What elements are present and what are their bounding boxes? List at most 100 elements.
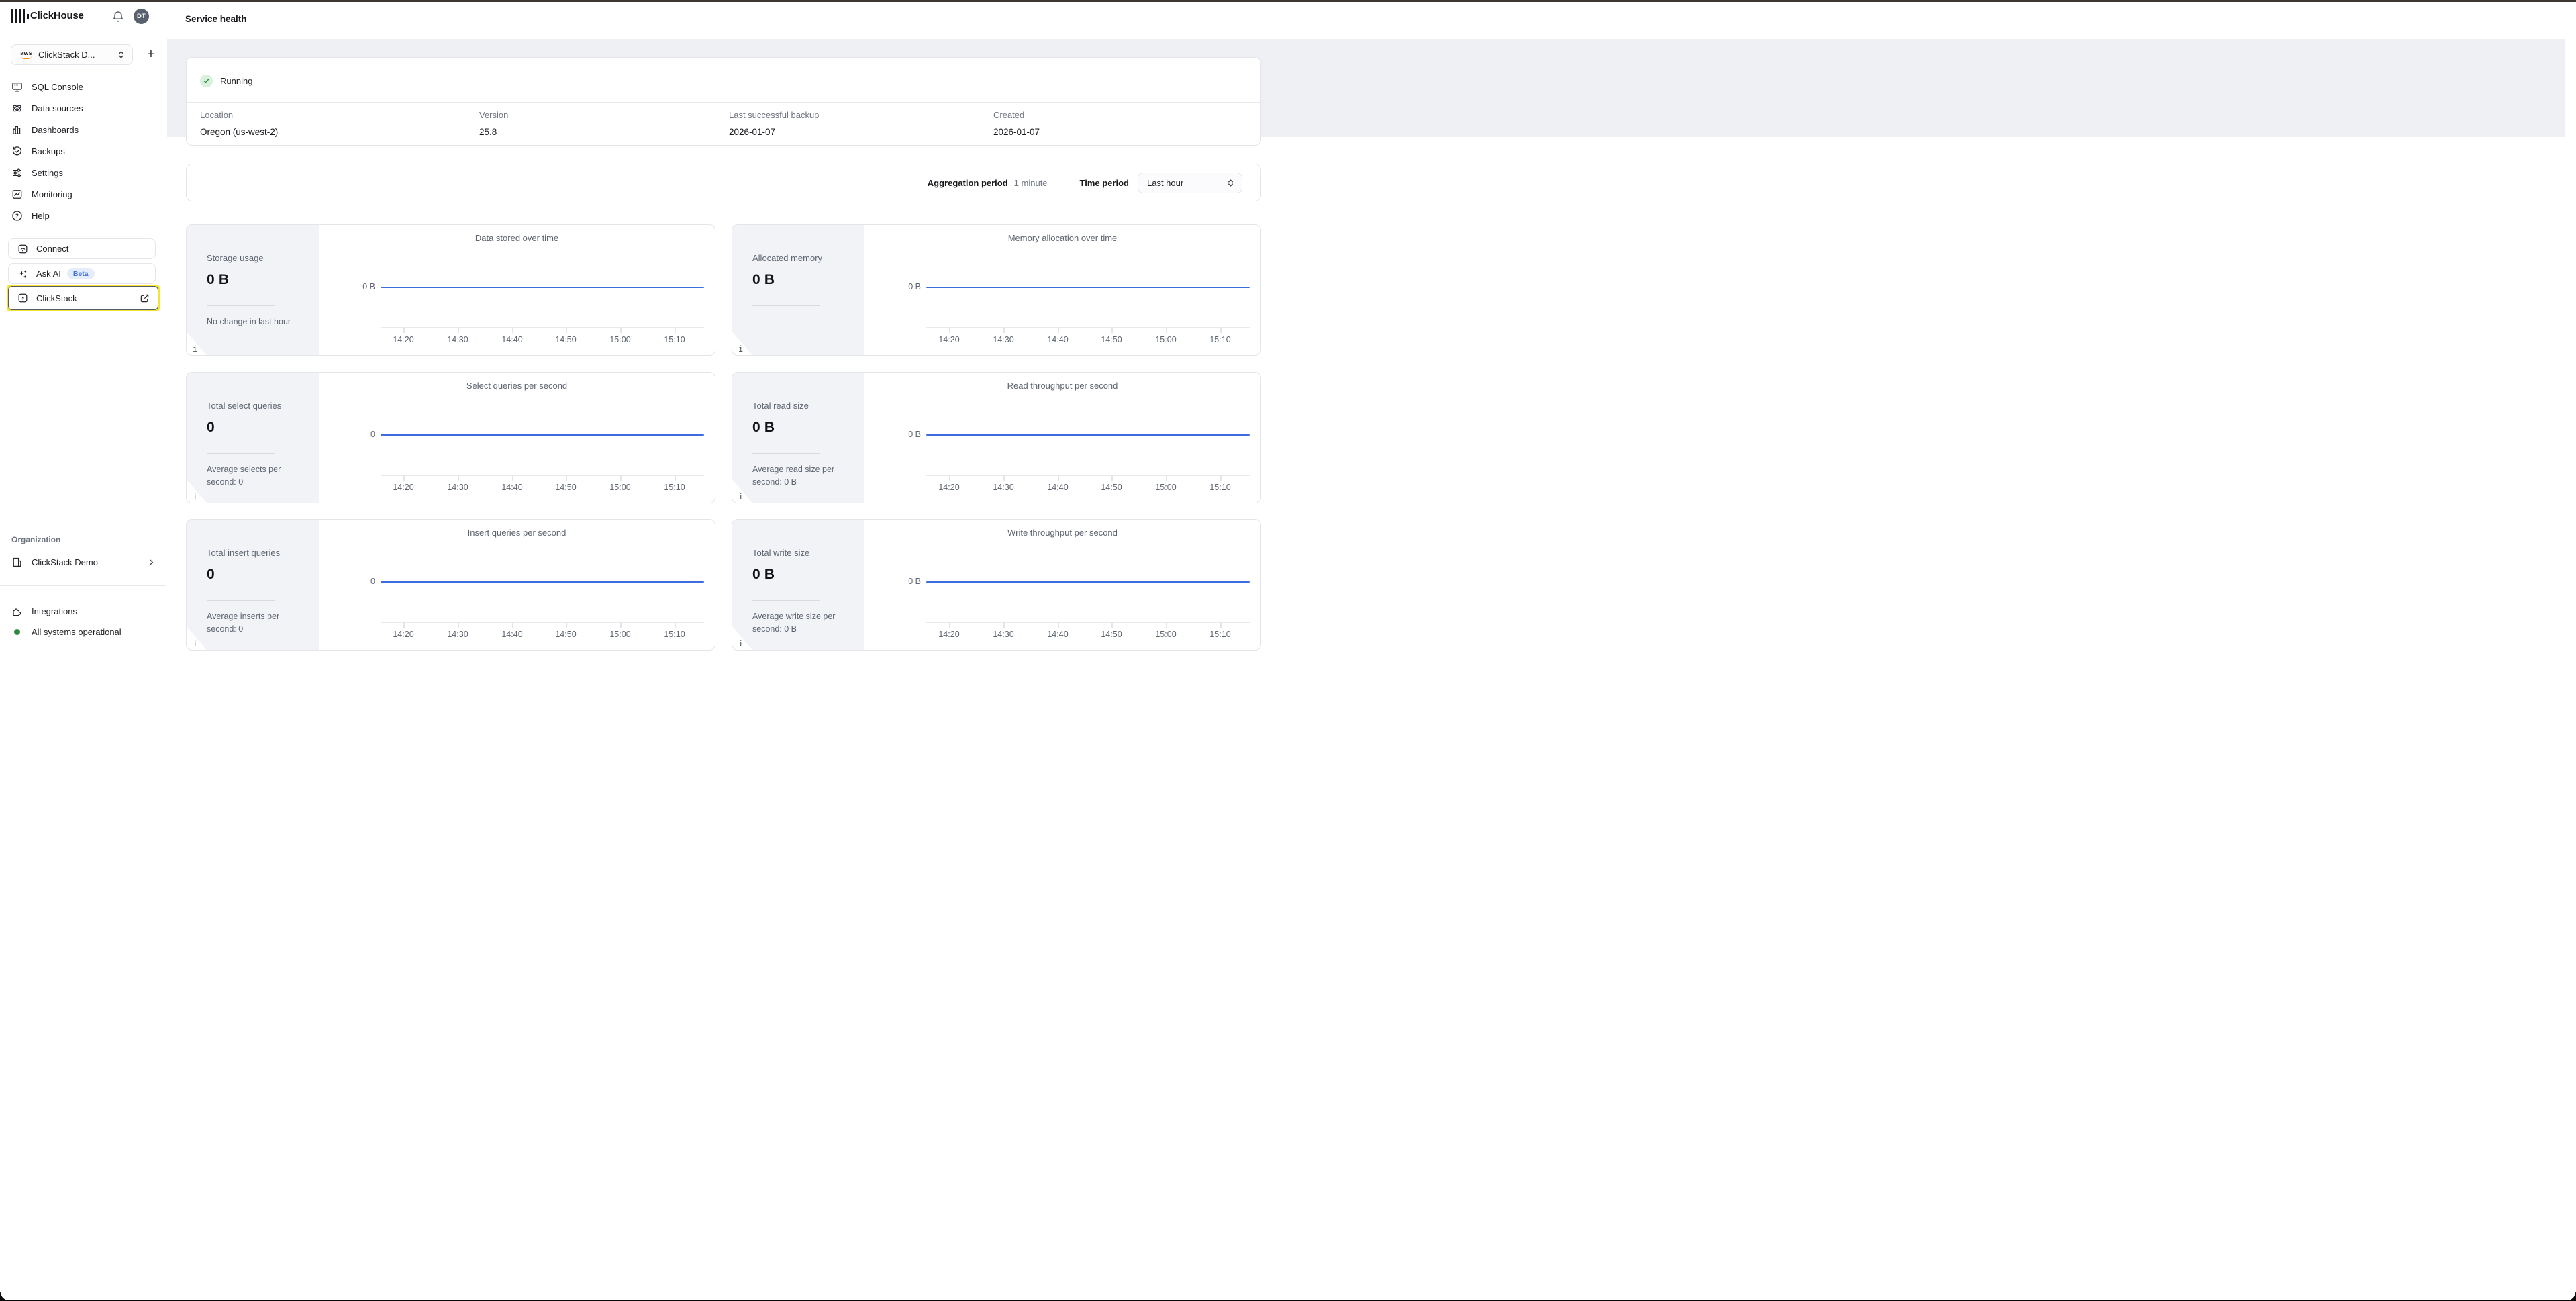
series-line [381, 287, 704, 288]
clickstack-button[interactable]: ClickStack [8, 286, 158, 310]
chart-title: Select queries per second [319, 381, 715, 391]
field-label: Version [479, 110, 508, 120]
stat-label: Total select queries [207, 401, 281, 411]
field-label: Last successful backup [729, 110, 819, 120]
y-axis-label: 0 B [864, 577, 921, 586]
x-axis-line [926, 622, 1250, 623]
stat-label: Total read size [752, 401, 809, 411]
stat-label: Total write size [752, 548, 809, 558]
sidebar-item-help[interactable]: ? Help [0, 205, 166, 226]
x-tick-label: 15:00 [1155, 335, 1176, 344]
status-field-last-backup: Last successful backup 2026-01-07 [729, 110, 819, 137]
chart-title: Read throughput per second [864, 381, 1260, 391]
x-axis-line [381, 327, 704, 328]
sidebar-item-settings[interactable]: Settings [0, 162, 166, 183]
status-field-location: Location Oregon (us-west-2) [200, 110, 278, 137]
sidebar-item-label: SQL Console [32, 82, 83, 92]
sidebar-item-label: Help [32, 211, 50, 221]
sidebar-item-dashboards[interactable]: Dashboards [0, 119, 166, 140]
x-tick-label: 14:40 [501, 335, 522, 344]
x-tick-label: 14:50 [1101, 483, 1122, 492]
sidebar-divider [0, 585, 166, 586]
time-period-select[interactable]: Last hour [1138, 173, 1242, 193]
stat-divider [752, 305, 820, 306]
chart-card-insert-queries: Total insert queries 0 Average inserts p… [186, 519, 715, 650]
organization-selector[interactable]: ClickStack Demo [0, 552, 166, 572]
x-tick-label: 14:20 [938, 483, 959, 492]
time-period-value: Last hour [1147, 178, 1226, 188]
stat-panel: Total read size 0 B Average read size pe… [732, 373, 864, 503]
stat-panel: Total insert queries 0 Average inserts p… [187, 520, 319, 650]
sidebar-nav: SQL Console Data sources Dashboards [0, 76, 166, 226]
line-chart: Insert queries per second 0 14:20 14:30 … [319, 520, 715, 650]
screen-top-edge [0, 0, 2576, 2]
main-content: Service health Running Location Oregon (… [167, 0, 2576, 1301]
ask-ai-label: Ask AI [36, 269, 61, 279]
service-selector-label: ClickStack D... [38, 50, 117, 60]
stat-note: Average write size per second: 0 B [752, 610, 846, 636]
line-chart: Write throughput per second 0 B 14:20 14… [864, 520, 1260, 650]
x-tick-label: 15:10 [664, 630, 685, 639]
aggregation-period-value: 1 minute [1014, 178, 1048, 188]
connect-button[interactable]: Connect [8, 238, 156, 259]
sidebar-item-sql-console[interactable]: SQL Console [0, 76, 166, 97]
line-chart: Select queries per second 0 14:20 14:30 … [319, 373, 715, 503]
stat-divider [207, 600, 275, 601]
help-icon: ? [11, 210, 23, 222]
chart-card-select-queries: Total select queries 0 Average selects p… [186, 372, 715, 503]
info-icon[interactable]: i [738, 492, 743, 501]
clickhouse-logo-icon [11, 9, 28, 23]
x-tick-label: 14:30 [447, 630, 468, 639]
settings-icon [11, 167, 23, 179]
ask-ai-button[interactable]: Ask AI Beta [8, 263, 156, 284]
field-label: Created [993, 110, 1040, 120]
stat-panel: Total write size 0 B Average write size … [732, 520, 864, 650]
stat-note: Average inserts per second: 0 [207, 610, 301, 636]
info-icon[interactable]: i [193, 492, 197, 501]
sidebar-item-monitoring[interactable]: Monitoring [0, 183, 166, 205]
x-tick-label: 14:30 [447, 335, 468, 344]
sidebar-item-data-sources[interactable]: Data sources [0, 97, 166, 119]
external-link-icon [140, 293, 150, 303]
line-chart: Data stored over time 0 B 14:20 14:30 14… [319, 225, 715, 355]
notifications-bell-icon[interactable] [111, 9, 126, 24]
y-axis-label: 0 B [864, 282, 921, 291]
info-icon[interactable]: i [193, 639, 197, 648]
x-tick-label: 15:10 [1209, 335, 1230, 344]
x-tick-label: 14:30 [993, 483, 1013, 492]
clickstack-highlight-ring: ClickStack [7, 285, 160, 311]
status-field-version: Version 25.8 [479, 110, 508, 137]
line-chart: Memory allocation over time 0 B 14:20 14… [864, 225, 1260, 355]
add-service-button[interactable]: + [141, 44, 161, 65]
y-axis-label: 0 [319, 577, 375, 586]
stat-value: 0 [207, 567, 215, 583]
chart-title: Memory allocation over time [864, 233, 1260, 243]
stat-note: Average selects per second: 0 [207, 463, 301, 489]
y-axis-label: 0 [319, 430, 375, 439]
series-line [926, 581, 1250, 583]
chevron-updown-icon [117, 50, 126, 60]
info-icon[interactable]: i [738, 639, 743, 648]
integrations-link[interactable]: Integrations [0, 601, 166, 620]
chevron-updown-icon [1226, 178, 1235, 188]
field-value: Oregon (us-west-2) [200, 127, 278, 137]
system-status-label: All systems operational [32, 627, 121, 637]
x-tick-label: 14:40 [501, 483, 522, 492]
x-tick-label: 14:40 [501, 630, 522, 639]
system-status-link[interactable]: All systems operational [0, 622, 166, 641]
x-axis-line [926, 475, 1250, 476]
x-tick-label: 14:30 [993, 335, 1013, 344]
time-period-label: Time period [1080, 178, 1129, 188]
user-avatar[interactable]: DT [134, 9, 149, 24]
chart-card-allocated-memory: Allocated memory 0 B i Memory allocation… [732, 224, 1261, 356]
service-selector[interactable]: aws ClickStack D... [11, 44, 133, 65]
sidebar-item-label: Backups [32, 146, 65, 156]
info-icon[interactable]: i [193, 344, 197, 354]
x-tick-label: 14:20 [393, 483, 413, 492]
stat-panel: Total select queries 0 Average selects p… [187, 373, 319, 503]
clickstack-label: ClickStack [36, 293, 77, 303]
sidebar-item-backups[interactable]: Backups [0, 140, 166, 162]
x-tick-label: 15:00 [609, 335, 630, 344]
stat-value: 0 B [752, 567, 775, 583]
info-icon[interactable]: i [738, 344, 743, 354]
